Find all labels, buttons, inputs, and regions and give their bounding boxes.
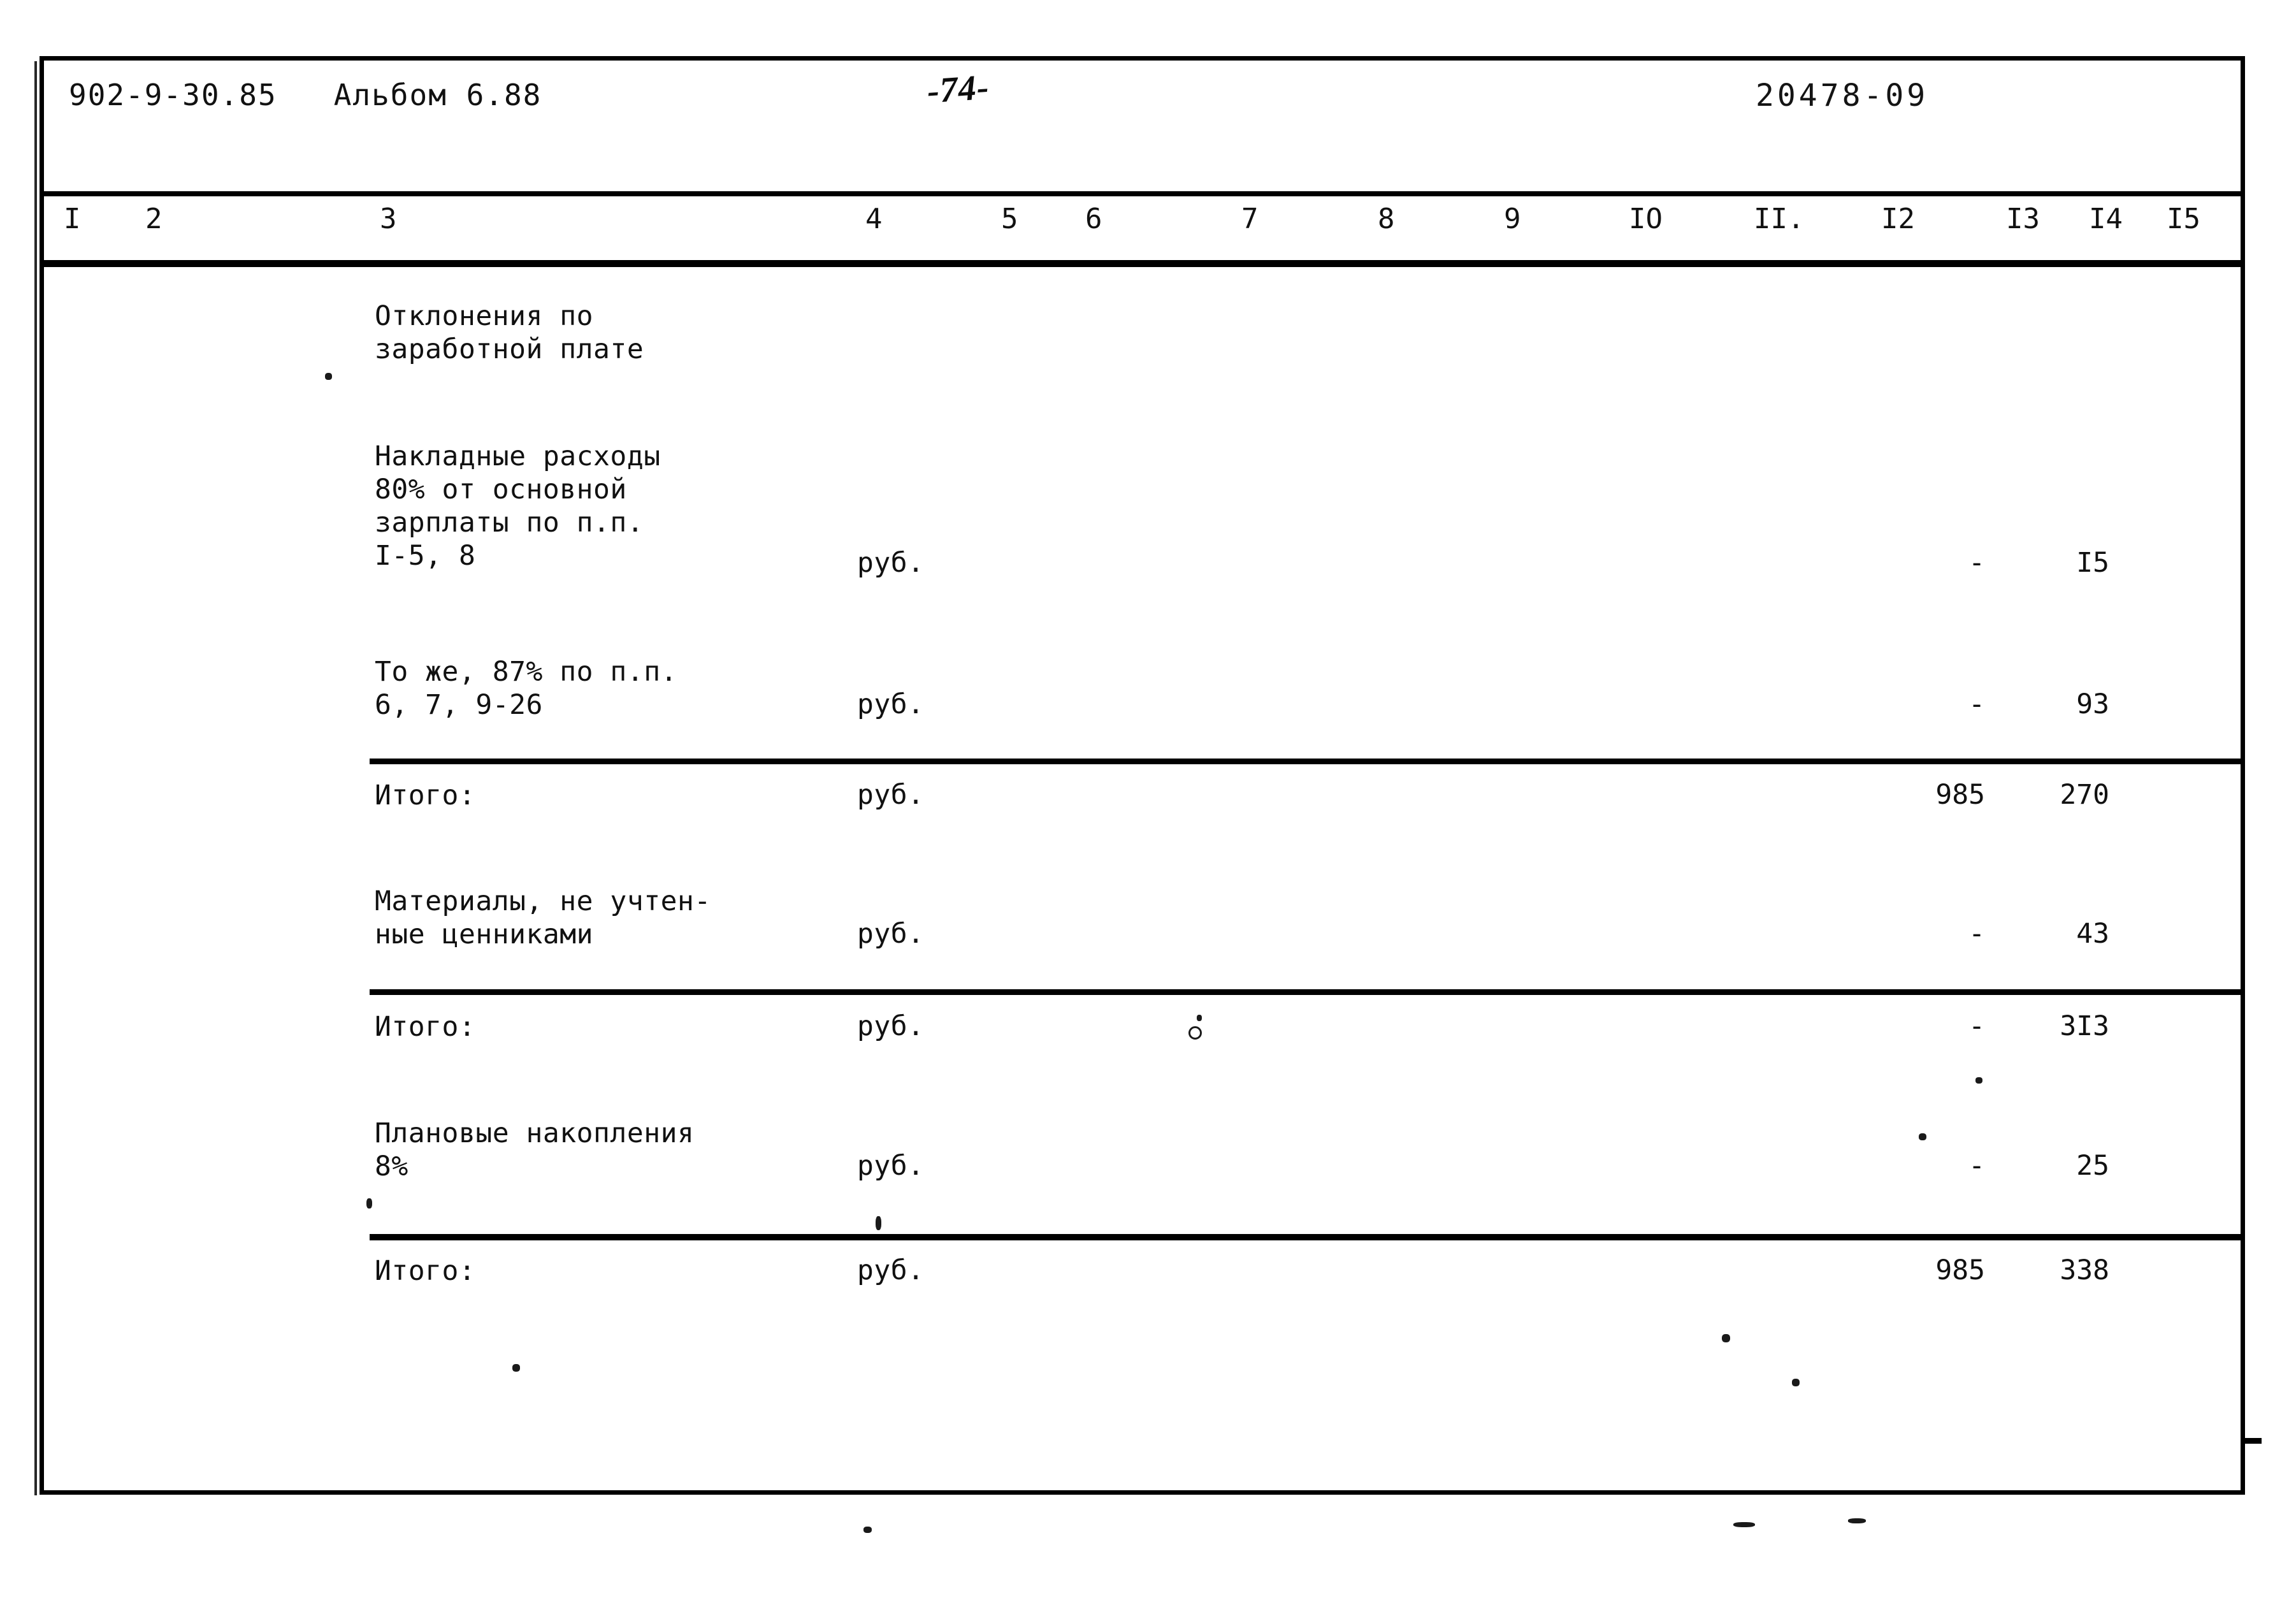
column-number-3: 3	[380, 203, 397, 235]
column-number-5: 5	[1001, 203, 1018, 235]
archive-stamp-code: 20478-09	[1756, 78, 1929, 113]
row-value-col12: -	[1968, 1010, 1985, 1042]
rule-below-column-numbers	[44, 260, 2241, 267]
column-number-6: 6	[1085, 203, 1102, 235]
scan-artifact	[876, 1216, 881, 1230]
row-value-col12: 985	[1935, 1254, 1985, 1286]
row-value-col13: 25	[2076, 1150, 2109, 1182]
column-number-4: 4	[865, 203, 883, 235]
row-value-col12: -	[1968, 918, 1985, 950]
row-unit: руб.	[857, 688, 925, 720]
rule-above-column-numbers	[44, 191, 2241, 196]
row-value-col13: 43	[2076, 918, 2109, 950]
row-description: Накладные расходы 80% от основной зарпла…	[375, 440, 661, 572]
row-value-col13: 93	[2076, 688, 2109, 720]
scan-artifact	[512, 1364, 520, 1372]
scan-artifact	[1197, 1015, 1202, 1021]
row-description: Отклонения по заработной плате	[375, 300, 644, 365]
column-number-row: I 2 3 4 5 6 7 8 9 IO II. I2 I3 I4 I5	[0, 203, 2296, 254]
scan-artifact	[1722, 1334, 1730, 1342]
row-description: Итого:	[375, 1255, 476, 1287]
row-value-col13: 3I3	[2060, 1010, 2109, 1042]
column-number-10: IO	[1629, 203, 1663, 235]
document-code: 902-9-30.85 Альбом 6.88	[69, 78, 542, 112]
document-page: 902-9-30.85 Альбом 6.88 -74- 20478-09 I …	[0, 0, 2296, 1619]
scan-artifact	[1848, 1518, 1866, 1523]
column-number-15: I5	[2167, 203, 2200, 235]
row-divider	[370, 759, 2245, 764]
column-number-2: 2	[145, 203, 162, 235]
scan-artifact	[1919, 1133, 1926, 1140]
row-value-col12: -	[1968, 1150, 1985, 1182]
frame-left-edge	[34, 61, 37, 1495]
column-number-12: I2	[1881, 203, 1915, 235]
page-header: 902-9-30.85 Альбом 6.88 -74- 20478-09	[0, 68, 2296, 129]
row-divider	[370, 989, 2245, 995]
scan-artifact	[1733, 1522, 1755, 1527]
scan-artifact	[1792, 1379, 1800, 1386]
column-number-11: II.	[1754, 203, 1805, 235]
row-value-col13: I5	[2076, 547, 2109, 579]
row-unit: руб.	[857, 1254, 925, 1286]
row-description: Итого:	[375, 780, 476, 811]
scan-artifact	[863, 1527, 872, 1533]
column-number-9: 9	[1504, 203, 1521, 235]
row-unit: руб.	[857, 918, 925, 950]
row-divider	[370, 1234, 2245, 1240]
column-number-14: I4	[2089, 203, 2123, 235]
column-number-13: I3	[2006, 203, 2040, 235]
row-unit: руб.	[857, 1010, 925, 1042]
row-unit: руб.	[857, 779, 925, 811]
scan-artifact	[1188, 1026, 1202, 1040]
row-unit: руб.	[857, 547, 925, 579]
row-description: Итого:	[375, 1011, 476, 1043]
column-number-8: 8	[1378, 203, 1395, 235]
column-number-1: I	[64, 203, 81, 235]
row-value-col12: -	[1968, 688, 1985, 720]
row-value-col12: 985	[1935, 779, 1985, 811]
row-description: Материалы, не учтен- ные ценниками	[375, 885, 711, 950]
frame-right-tick	[2244, 1438, 2262, 1444]
page-number: -74-	[925, 67, 991, 112]
scan-artifact	[325, 373, 332, 380]
row-value-col13: 338	[2060, 1254, 2109, 1286]
scan-artifact	[366, 1198, 372, 1209]
row-description: Плановые накопления 8%	[375, 1117, 695, 1182]
column-number-7: 7	[1241, 203, 1259, 235]
row-value-col13: 270	[2060, 779, 2109, 811]
row-unit: руб.	[857, 1150, 925, 1182]
row-value-col12: -	[1968, 547, 1985, 579]
row-description: То же, 87% по п.п. 6, 7, 9-26	[375, 656, 677, 721]
scan-artifact	[1975, 1077, 1982, 1084]
